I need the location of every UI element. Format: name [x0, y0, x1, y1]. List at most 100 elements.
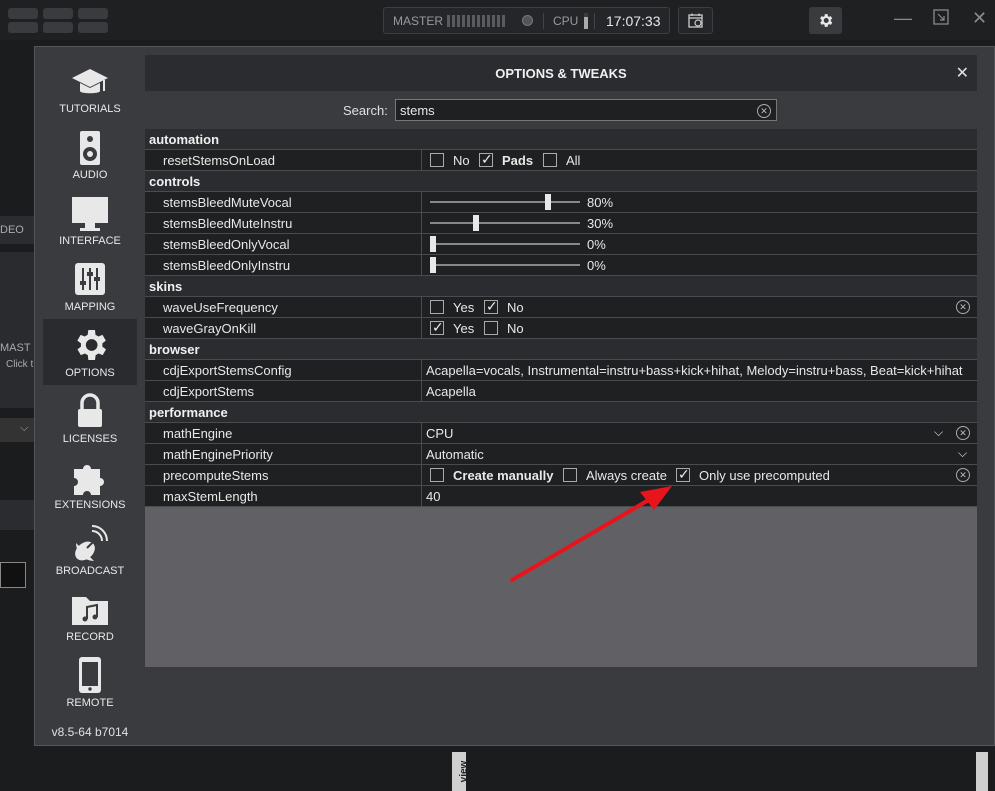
calendar-icon — [688, 13, 703, 28]
slider-track[interactable] — [430, 264, 580, 266]
deck-field[interactable] — [0, 562, 26, 588]
graduation-cap-icon — [72, 69, 108, 94]
section-skins: skins — [145, 276, 977, 297]
panel-header: OPTIONS & TWEAKS ✕ — [145, 55, 977, 91]
master-knob[interactable] — [522, 15, 533, 26]
option-row-maxStemLength: maxStemLength 40 — [145, 486, 977, 507]
option-row-cdjExportStemsConfig: cdjExportStemsConfig Acapella=vocals, In… — [145, 360, 977, 381]
deck-area: MAST Click t — [0, 252, 34, 408]
option-row-stemsBleedOnlyVocal: stemsBleedOnlyVocal 0% — [145, 234, 977, 255]
dropdown-mathEnginePriority[interactable]: Automatic ⌵ — [421, 444, 977, 464]
reset-option-icon[interactable]: ✕ — [956, 300, 970, 314]
dialog-sidebar: TUTORIALS AUDIO INTERFACE MAPPING OPTION… — [43, 55, 137, 745]
lock-icon — [78, 393, 102, 427]
option-row-waveUseFrequency: waveUseFrequency Yes No ✕ — [145, 297, 977, 318]
option-row-stemsBleedOnlyInstru: stemsBleedOnlyInstru 0% — [145, 255, 977, 276]
sidebar-item-mapping[interactable]: MAPPING — [43, 253, 137, 319]
slider-track[interactable] — [430, 243, 580, 245]
music-folder-icon — [72, 597, 108, 625]
sidebar-item-extensions[interactable]: EXTENSIONS — [43, 451, 137, 517]
slider-thumb[interactable] — [430, 257, 436, 273]
option-row-waveGrayOnKill: waveGrayOnKill Yes No — [145, 318, 977, 339]
slider-track[interactable] — [430, 222, 580, 224]
gear-icon — [77, 330, 106, 360]
clock-display: 17:07:33 — [606, 13, 661, 29]
checkbox-pads[interactable] — [479, 151, 493, 168]
deck-strip — [0, 500, 34, 530]
option-row-stemsBleedMuteInstru: stemsBleedMuteInstru 30% — [145, 213, 977, 234]
slider-track[interactable] — [430, 201, 580, 203]
phone-icon — [79, 657, 101, 693]
text-value-field[interactable]: Acapella=vocals, Instrumental=instru+bas… — [421, 360, 977, 380]
puzzle-icon — [74, 465, 104, 495]
master-status: MASTER CPU 17:07:33 — [383, 7, 670, 34]
search-row: Search: ✕ — [145, 91, 977, 129]
options-dialog: TUTORIALS AUDIO INTERFACE MAPPING OPTION… — [34, 46, 995, 746]
close-icon[interactable]: ✕ — [972, 8, 987, 29]
option-row-stemsBleedMuteVocal: stemsBleedMuteVocal 80% — [145, 192, 977, 213]
text-value-field[interactable]: Acapella — [421, 381, 977, 401]
panel-title: OPTIONS & TWEAKS — [495, 66, 627, 81]
option-row-precomputeStems: precomputeStems Create manually Always c… — [145, 465, 977, 486]
options-panel: OPTIONS & TWEAKS ✕ Search: ✕ automation … — [145, 55, 977, 667]
checkbox-no[interactable] — [430, 153, 444, 167]
minimize-icon[interactable]: — — [894, 8, 912, 29]
options-grid: automation resetStemsOnLoad No Pads All … — [145, 129, 977, 507]
side-tab[interactable]: view — [452, 752, 469, 791]
slider-thumb[interactable] — [545, 194, 552, 210]
option-row-cdjExportStems: cdjExportStems Acapella — [145, 381, 977, 402]
checkbox-create-manually[interactable] — [430, 468, 444, 482]
sidebar-item-licenses[interactable]: LICENSES — [43, 385, 137, 451]
sidebar-item-remote[interactable]: REMOTE — [43, 649, 137, 715]
dropdown-mathEngine[interactable]: CPU ⌵ ✕ — [421, 423, 977, 443]
search-input[interactable] — [395, 99, 777, 121]
text-value-field[interactable]: 40 — [421, 486, 977, 506]
checkbox-yes[interactable] — [430, 300, 444, 314]
monitor-icon — [72, 197, 108, 231]
checkbox-always-create[interactable] — [563, 468, 577, 482]
reset-option-icon[interactable]: ✕ — [956, 426, 970, 440]
sidebar-item-audio[interactable]: AUDIO — [43, 121, 137, 187]
sliders-icon — [75, 263, 105, 295]
deck-tab[interactable]: DEO — [0, 216, 34, 244]
speaker-icon — [80, 131, 100, 165]
sidebar-item-options[interactable]: OPTIONS — [43, 319, 137, 385]
version-label: v8.5-64 b7014 — [51, 725, 129, 739]
checkbox-yes[interactable] — [430, 319, 444, 336]
cpu-meter — [584, 13, 588, 29]
chevron-down-icon[interactable]: ⌵ — [958, 446, 967, 461]
option-row-mathEngine: mathEngine CPU ⌵ ✕ — [145, 423, 977, 444]
option-row-resetStemsOnLoad: resetStemsOnLoad No Pads All — [145, 150, 977, 171]
master-label: MASTER — [393, 14, 444, 28]
reset-option-icon[interactable]: ✕ — [956, 468, 970, 482]
close-icon[interactable]: ✕ — [956, 63, 969, 83]
sidebar-item-tutorials[interactable]: TUTORIALS — [43, 55, 137, 121]
side-tab-2[interactable] — [976, 752, 988, 791]
master-vu-meter — [447, 15, 505, 27]
clear-search-icon[interactable]: ✕ — [757, 104, 771, 118]
checkbox-no[interactable] — [484, 321, 498, 335]
checkbox-no[interactable] — [484, 298, 498, 315]
sidebar-item-broadcast[interactable]: BROADCAST — [43, 517, 137, 583]
deck-dropdown[interactable]: ⌵ — [0, 418, 34, 442]
option-row-mathEnginePriority: mathEnginePriority Automatic ⌵ — [145, 444, 977, 465]
checkbox-all[interactable] — [543, 153, 557, 167]
chevron-down-icon[interactable]: ⌵ — [934, 425, 943, 440]
section-performance: performance — [145, 402, 977, 423]
section-browser: browser — [145, 339, 977, 360]
sidebar-item-interface[interactable]: INTERFACE — [43, 187, 137, 253]
section-automation: automation — [145, 129, 977, 150]
section-controls: controls — [145, 171, 977, 192]
settings-button[interactable] — [809, 7, 842, 34]
sidebar-item-record[interactable]: RECORD — [43, 583, 137, 649]
satellite-dish-icon — [75, 525, 108, 561]
calendar-button[interactable] — [678, 7, 713, 34]
search-label: Search: — [343, 103, 388, 118]
gear-icon — [820, 14, 833, 27]
top-bar: MASTER CPU 17:07:33 — ✕ — [0, 0, 995, 40]
slider-thumb[interactable] — [473, 215, 480, 231]
checkbox-only-use-precomputed[interactable] — [676, 466, 690, 483]
cpu-label: CPU — [553, 14, 579, 28]
maximize-icon[interactable] — [933, 9, 949, 30]
slider-thumb[interactable] — [430, 236, 436, 252]
